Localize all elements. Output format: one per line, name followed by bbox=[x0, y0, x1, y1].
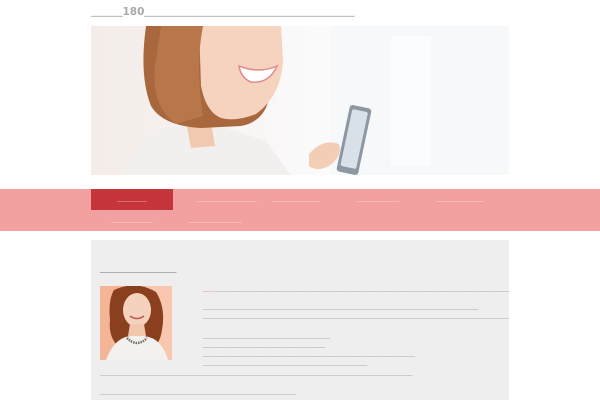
main-content: ＿＿＿＿＿＿＿＿＿ ＿＿＿＿＿＿＿＿＿＿＿＿＿＿＿＿＿＿＿＿＿＿＿＿＿＿＿＿＿＿… bbox=[91, 240, 509, 400]
paragraph-3: ＿＿＿＿＿＿＿＿＿＿＿＿＿＿＿＿＿＿＿＿＿＿＿＿＿＿＿＿＿＿＿＿＿＿＿＿＿＿＿＿… bbox=[100, 371, 413, 377]
profile-photo bbox=[100, 286, 172, 360]
nav-item-3[interactable]: ＿＿＿＿＿＿＿＿ bbox=[255, 189, 337, 210]
section-heading: ＿＿＿＿＿＿＿＿＿ bbox=[100, 265, 177, 275]
nav-item-home[interactable]: ＿＿＿＿＿ bbox=[91, 189, 173, 210]
nav-item-4[interactable]: ＿＿＿＿＿＿＿ bbox=[337, 189, 419, 210]
list-item: ＿＿＿＿＿＿＿＿＿＿＿＿＿＿＿＿＿＿＿＿＿＿＿＿＿＿＿＿＿＿＿ bbox=[203, 361, 368, 367]
main-nav: ＿＿＿＿＿ ＿＿＿＿＿＿＿＿＿＿ ＿＿＿＿＿＿＿＿ ＿＿＿＿＿＿＿ ＿＿＿＿＿＿… bbox=[0, 189, 600, 231]
paragraph-2-line-2: ＿＿＿＿＿＿＿＿＿＿＿＿＿＿＿＿＿＿＿＿＿＿＿＿＿＿＿＿＿＿＿＿＿＿＿＿＿＿＿＿… bbox=[203, 314, 509, 320]
list-item: ＿＿＿＿＿＿＿＿＿＿＿＿＿＿＿＿＿＿＿＿＿＿＿＿ bbox=[203, 334, 331, 340]
site-title[interactable]: ＿＿＿180＿＿＿＿＿＿＿＿＿＿＿＿＿＿＿＿＿＿＿＿ bbox=[91, 4, 354, 19]
nav-item-7[interactable]: ＿＿＿＿＿＿＿＿＿ bbox=[175, 210, 255, 231]
intro-text: ＿＿＿＿＿＿＿＿＿＿＿＿＿＿＿＿＿＿＿＿＿＿＿＿＿＿＿＿＿＿＿＿＿＿＿＿＿＿＿＿… bbox=[218, 287, 509, 293]
intro-paragraph: ＿＿＿＿＿＿＿＿＿＿＿＿＿＿＿＿＿＿＿＿＿＿＿＿＿＿＿＿＿＿＿＿＿＿＿＿＿＿＿＿… bbox=[203, 287, 509, 293]
nav-item-6[interactable]: ＿＿＿＿＿＿＿ bbox=[91, 210, 173, 231]
list-item: ＿＿＿＿＿＿＿＿＿＿＿＿＿＿＿＿＿＿＿＿＿＿＿ bbox=[203, 343, 325, 349]
list-item: ＿＿＿＿＿＿＿＿＿＿＿＿＿＿＿＿＿＿＿＿＿＿＿＿＿＿＿＿＿＿＿＿＿＿＿＿＿＿＿＿ bbox=[203, 352, 415, 358]
nav-item-5[interactable]: ＿＿＿＿＿＿＿＿ bbox=[419, 189, 501, 210]
paragraph-4: ＿＿＿＿＿＿＿＿＿＿＿＿＿＿＿＿＿＿＿＿＿＿＿＿＿＿＿＿＿＿＿＿＿＿＿＿＿ bbox=[100, 390, 296, 396]
paragraph-2-line-1: ＿＿＿＿＿＿＿＿＿＿＿＿＿＿＿＿＿＿＿＿＿＿＿＿＿＿＿＿＿＿＿＿＿＿＿＿＿＿＿＿… bbox=[203, 305, 479, 311]
author-link[interactable]: ＿＿＿ bbox=[203, 287, 219, 293]
hero-image bbox=[91, 26, 509, 175]
